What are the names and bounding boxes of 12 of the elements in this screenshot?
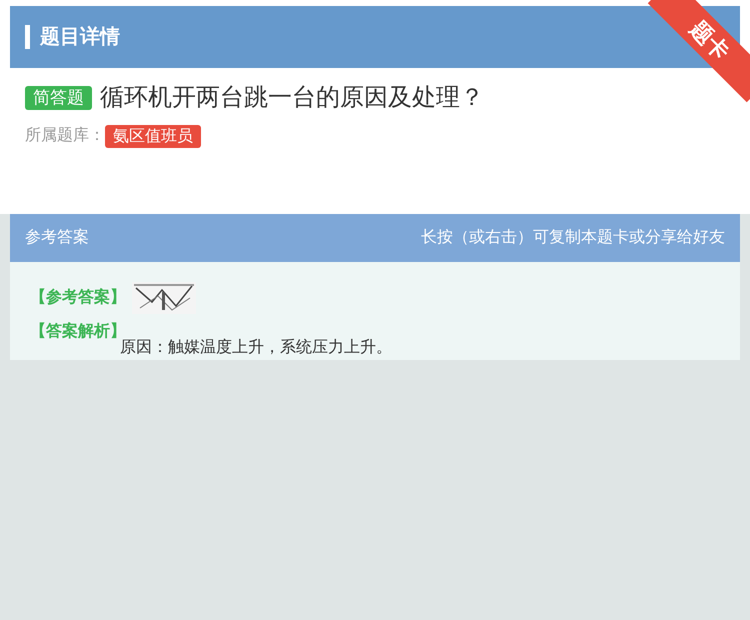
answer-bar-title: 参考答案 <box>25 227 89 248</box>
ribbon-text: 题卡 <box>684 14 736 66</box>
title-marker <box>25 25 30 49</box>
bank-label: 所属题库： <box>25 126 105 146</box>
bank-tag[interactable]: 氨区值班员 <box>105 124 201 148</box>
analysis-text: 原因：触媒温度上升，系统压力上升。 <box>120 338 392 358</box>
share-hint: 长按（或右击）可复制本题卡或分享给好友 <box>421 228 725 248</box>
question-text: 循环机开两台跳一台的原因及处理？ <box>100 83 484 113</box>
analysis-label: 【答案解析】 <box>30 321 126 340</box>
question-type-badge: 简答题 <box>25 86 92 110</box>
answer-label: 【参考答案】 <box>30 287 126 308</box>
page-title: 题目详情 <box>40 24 120 50</box>
